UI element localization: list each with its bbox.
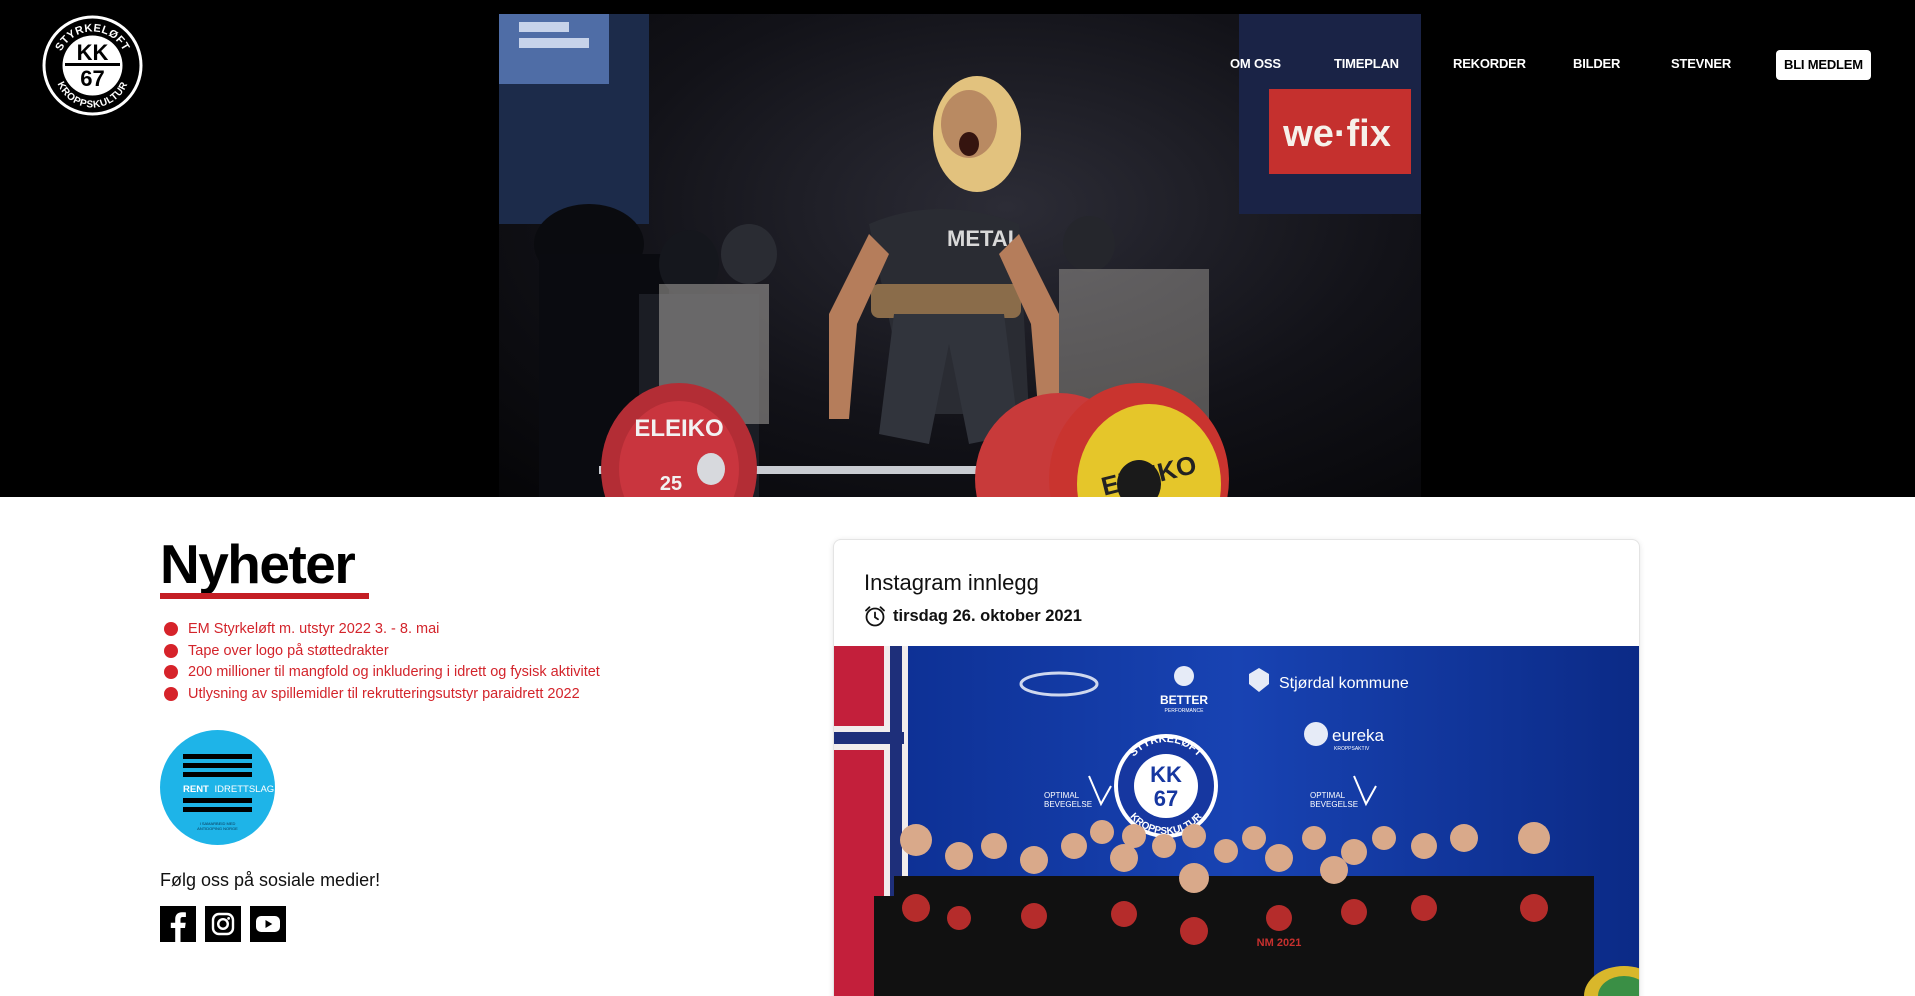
alarm-clock-icon [865, 606, 885, 627]
sponsor-better: BETTER [1160, 693, 1208, 707]
news-heading: Nyheter [160, 533, 356, 595]
youtube-icon[interactable] [250, 906, 286, 942]
sponsor-optimal-left-a: OPTIMAL [1044, 791, 1080, 800]
nav-item-rekorder[interactable]: REKORDER [1453, 50, 1526, 78]
news-item: Utlysning av spillemidler til rekrutteri… [164, 683, 600, 705]
sponsor-better-sub: PERFORMANCE [1165, 708, 1205, 714]
news-link[interactable]: EM Styrkeløft m. utstyr 2022 3. - 8. mai [188, 621, 439, 637]
bullet-dot-icon [164, 643, 178, 658]
news-item: EM Styrkeløft m. utstyr 2022 3. - 8. mai [164, 618, 600, 640]
hero-illustration: we·fix METAL ELEIKO 25 ELEIKO [499, 14, 1421, 497]
instagram-post-title: Instagram innlegg [864, 570, 1039, 595]
news-link[interactable]: Utlysning av spillemidler til rekrutteri… [188, 686, 580, 702]
sponsor-optimal-right-a: OPTIMAL [1310, 791, 1346, 800]
instagram-post-date: tirsdag 26. oktober 2021 [893, 606, 1082, 625]
backdrop-logo-kk: KK [1150, 762, 1182, 787]
nav-item-om-oss[interactable]: OM OSS [1230, 50, 1281, 78]
rent-bold-text: RENT [183, 784, 209, 795]
main-nav: OM OSS TIMEPLAN REKORDER BILDER STEVNER … [0, 50, 1915, 80]
backdrop-logo-67: 67 [1154, 786, 1178, 811]
hero-plate-left: ELEIKO [634, 415, 723, 442]
rent-idrettslag-badge[interactable]: RENT IDRETTSLAG I SAMARBEID MED ANTIDOPI… [160, 730, 275, 845]
news-item: 200 millioner til mangfold og inkluderin… [164, 661, 600, 683]
instagram-post-card[interactable]: Instagram innlegg tirsdag 26. oktober 20… [833, 539, 1640, 996]
bullet-dot-icon [164, 665, 178, 680]
follow-us-label: Følg oss på sosiale medier! [160, 870, 381, 890]
instagram-post-photo[interactable]: BETTER PERFORMANCE Stjørdal kommune eure… [834, 646, 1639, 996]
sponsor-optimal-right-b: BEVEGELSE [1310, 800, 1358, 809]
team-photo-illustration: BETTER PERFORMANCE Stjørdal kommune eure… [834, 646, 1639, 996]
hero-plate-number: 25 [660, 473, 682, 495]
sponsor-eureka: eureka [1332, 726, 1385, 745]
team-shirt-text: NM 2021 [1257, 937, 1302, 949]
hero-banner: we·fix METAL ELEIKO 25 ELEIKO [0, 0, 1915, 497]
bli-medlem-button[interactable]: BLI MEDLEM [1776, 50, 1871, 80]
news-link[interactable]: Tape over logo på støttedrakter [188, 643, 389, 659]
instagram-icon[interactable] [205, 906, 241, 942]
sponsor-eureka-sub: KROPPSAKTIV [1334, 746, 1370, 752]
nav-item-stevner[interactable]: STEVNER [1671, 50, 1731, 78]
nav-item-timeplan[interactable]: TIMEPLAN [1334, 50, 1399, 78]
bullet-dot-icon [164, 686, 178, 701]
social-links [160, 906, 286, 942]
hero-photo-deadlift: we·fix METAL ELEIKO 25 ELEIKO [499, 14, 1421, 497]
sponsor-stjordal: Stjørdal kommune [1279, 675, 1409, 692]
news-list: EM Styrkeløft m. utstyr 2022 3. - 8. mai… [164, 618, 600, 705]
nav-item-bilder[interactable]: BILDER [1573, 50, 1620, 78]
news-heading-underline [160, 593, 369, 599]
news-item: Tape over logo på støttedrakter [164, 640, 600, 662]
svg-text:RENT IDRETTSLAG: RENT IDRETTSLAG [183, 784, 274, 795]
rent-fine-print-2: ANTIDOPING NORGE [197, 826, 238, 831]
rent-idrettslag-logo: RENT IDRETTSLAG I SAMARBEID MED ANTIDOPI… [160, 730, 275, 845]
facebook-icon[interactable] [160, 906, 196, 942]
news-link[interactable]: 200 millioner til mangfold og inkluderin… [188, 664, 600, 680]
bullet-dot-icon [164, 621, 178, 636]
hero-banner-text: we·fix [1282, 113, 1391, 155]
instagram-post-date-row: tirsdag 26. oktober 2021 [863, 604, 1082, 628]
rent-rest-text: IDRETTSLAG [215, 784, 275, 795]
sponsor-optimal-left-b: BEVEGELSE [1044, 800, 1092, 809]
